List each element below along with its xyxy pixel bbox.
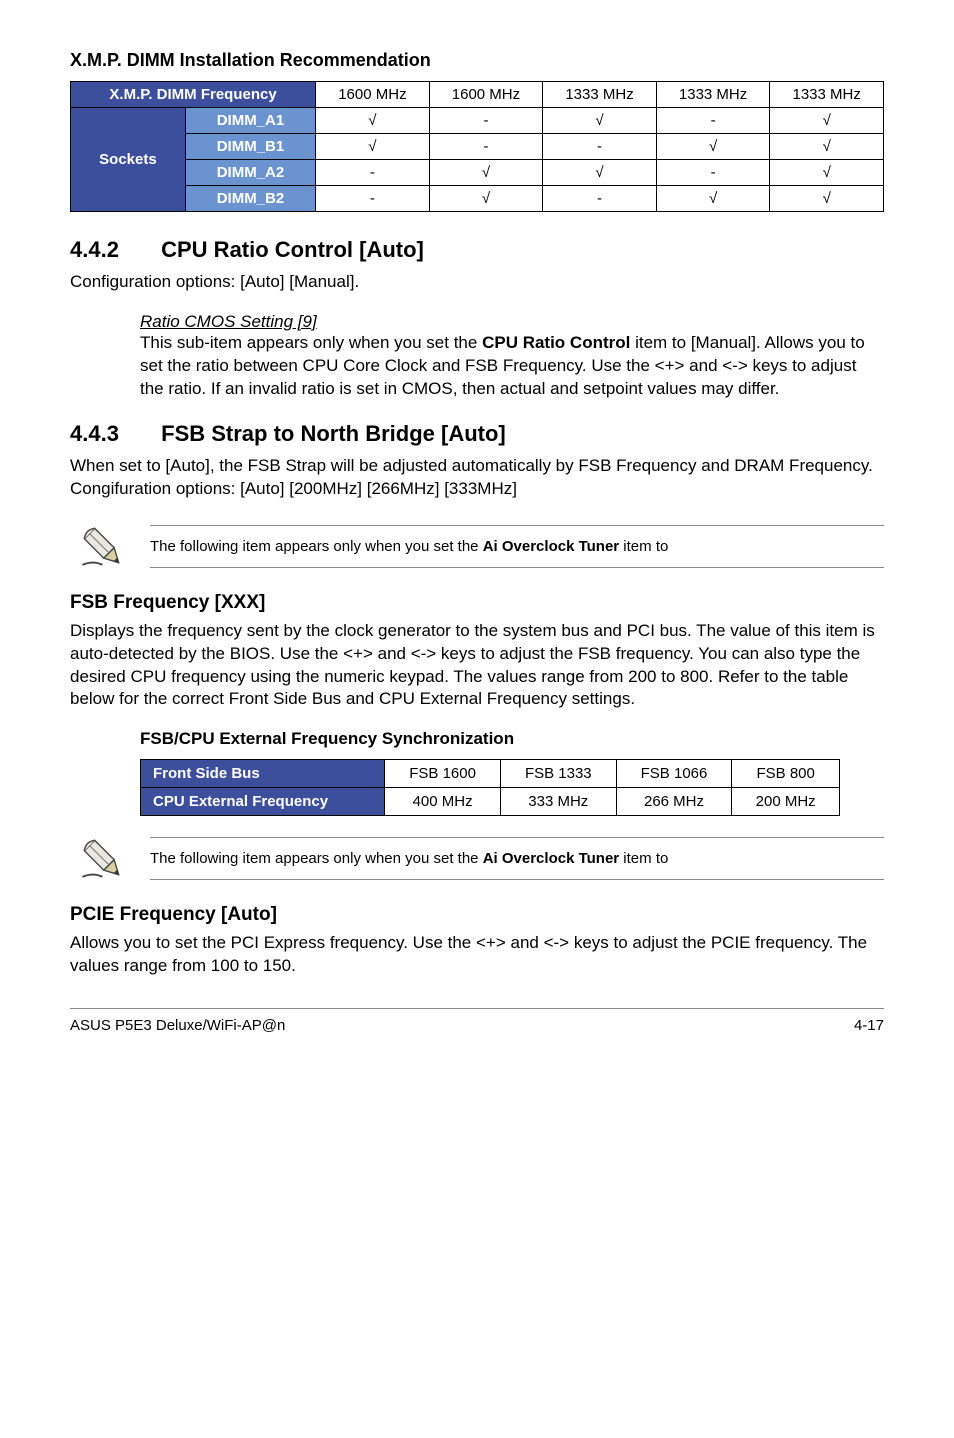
xmp-cell: √ xyxy=(543,108,657,134)
fsb-cell: FSB 1066 xyxy=(616,760,732,788)
fsb-freq-body: Displays the frequency sent by the clock… xyxy=(70,620,884,712)
xmp-cell: - xyxy=(656,108,770,134)
xmp-cell: - xyxy=(543,186,657,212)
xmp-cell: - xyxy=(429,108,543,134)
fsb-table: Front Side Bus FSB 1600 FSB 1333 FSB 106… xyxy=(140,759,840,816)
ratio-cmos-body: This sub-item appears only when you set … xyxy=(140,332,884,401)
page-footer: ASUS P5E3 Deluxe/WiFi-AP@n 4-17 xyxy=(70,1008,884,1034)
section-443-body2: Congifuration options: [Auto] [200MHz] [… xyxy=(70,478,884,501)
xmp-header-cell: 1600 MHz xyxy=(316,82,430,108)
ratio-cmos-block: Ratio CMOS Setting [9] This sub-item app… xyxy=(140,312,884,401)
xmp-cell: - xyxy=(429,134,543,160)
dimm-label: DIMM_B2 xyxy=(185,186,315,212)
section-num: 4.4.3 xyxy=(70,421,155,447)
xmp-header-cell: 1333 MHz xyxy=(656,82,770,108)
fsb-row2-label: CPU External Frequency xyxy=(141,788,385,816)
xmp-cell: √ xyxy=(316,134,430,160)
xmp-cell: √ xyxy=(316,108,430,134)
fsb-cell: FSB 1600 xyxy=(385,760,501,788)
note-text: The following item appears only when you… xyxy=(150,525,884,568)
section-443-heading: 4.4.3 FSB Strap to North Bridge [Auto] xyxy=(70,421,884,447)
xmp-cell: √ xyxy=(770,186,884,212)
fsb-cell: 266 MHz xyxy=(616,788,732,816)
pencil-icon xyxy=(70,519,135,574)
note-text: The following item appears only when you… xyxy=(150,837,884,880)
fsb-cell: FSB 1333 xyxy=(500,760,616,788)
xmp-cell: - xyxy=(543,134,657,160)
fsb-freq-heading: FSB Frequency [XXX] xyxy=(70,592,884,614)
dimm-label: DIMM_A1 xyxy=(185,108,315,134)
sockets-label: Sockets xyxy=(71,108,186,212)
xmp-header-cell: 1333 MHz xyxy=(543,82,657,108)
dimm-label: DIMM_A2 xyxy=(185,160,315,186)
xmp-cell: √ xyxy=(429,186,543,212)
xmp-cell: √ xyxy=(429,160,543,186)
fsb-cell: 333 MHz xyxy=(500,788,616,816)
xmp-title: X.M.P. DIMM Installation Recommendation xyxy=(70,50,884,71)
section-442-body: Configuration options: [Auto] [Manual]. xyxy=(70,271,884,294)
section-title: CPU Ratio Control [Auto] xyxy=(161,237,424,262)
footer-right: 4-17 xyxy=(854,1017,884,1034)
xmp-cell: √ xyxy=(656,186,770,212)
xmp-header-cell: 1600 MHz xyxy=(429,82,543,108)
pencil-icon xyxy=(70,831,135,886)
note-2: The following item appears only when you… xyxy=(70,831,884,886)
section-443-body1: When set to [Auto], the FSB Strap will b… xyxy=(70,455,884,478)
xmp-cell: √ xyxy=(543,160,657,186)
ratio-cmos-heading: Ratio CMOS Setting [9] xyxy=(140,312,884,332)
pcie-body: Allows you to set the PCI Express freque… xyxy=(70,932,884,978)
xmp-table: X.M.P. DIMM Frequency 1600 MHz 1600 MHz … xyxy=(70,81,884,212)
fsb-sync-title: FSB/CPU External Frequency Synchronizati… xyxy=(140,729,884,749)
footer-left: ASUS P5E3 Deluxe/WiFi-AP@n xyxy=(70,1017,285,1034)
fsb-cell: 400 MHz xyxy=(385,788,501,816)
xmp-cell: √ xyxy=(770,108,884,134)
xmp-freq-header: X.M.P. DIMM Frequency xyxy=(71,82,316,108)
section-title: FSB Strap to North Bridge [Auto] xyxy=(161,421,506,446)
dimm-label: DIMM_B1 xyxy=(185,134,315,160)
fsb-cell: 200 MHz xyxy=(732,788,840,816)
fsb-row1-label: Front Side Bus xyxy=(141,760,385,788)
section-num: 4.4.2 xyxy=(70,237,155,263)
section-442-heading: 4.4.2 CPU Ratio Control [Auto] xyxy=(70,237,884,263)
xmp-cell: - xyxy=(656,160,770,186)
xmp-cell: - xyxy=(316,186,430,212)
xmp-cell: √ xyxy=(770,134,884,160)
xmp-header-cell: 1333 MHz xyxy=(770,82,884,108)
pcie-heading: PCIE Frequency [Auto] xyxy=(70,904,884,926)
xmp-cell: - xyxy=(316,160,430,186)
xmp-cell: √ xyxy=(770,160,884,186)
note-1: The following item appears only when you… xyxy=(70,519,884,574)
xmp-cell: √ xyxy=(656,134,770,160)
fsb-cell: FSB 800 xyxy=(732,760,840,788)
